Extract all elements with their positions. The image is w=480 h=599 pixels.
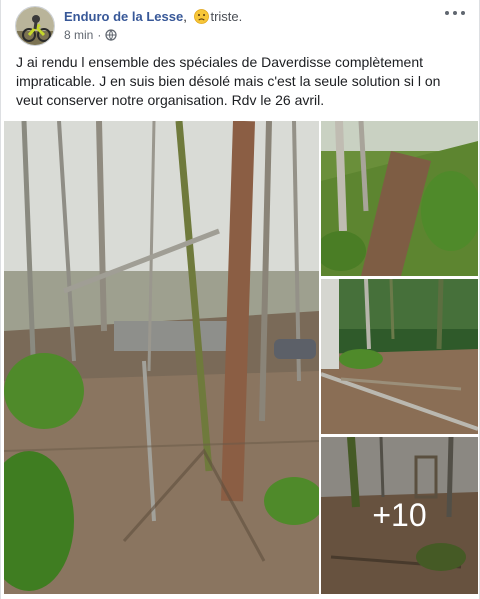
facebook-post: Enduro de la Lesse, triste. 8 min · J ai…: [0, 0, 480, 599]
more-dot-icon: [445, 11, 449, 15]
photo-main[interactable]: [4, 121, 319, 594]
meta-separator: ·: [97, 28, 102, 42]
more-options-button[interactable]: [445, 6, 465, 20]
author-line: Enduro de la Lesse, triste.: [64, 9, 242, 28]
sad-face-emoji-icon: [194, 9, 210, 28]
post-text: J ai rendu l ensemble des spéciales de D…: [16, 54, 441, 108]
post-meta: 8 min ·: [64, 28, 117, 44]
author-separator: ,: [183, 9, 187, 24]
post-header: Enduro de la Lesse, triste. 8 min ·: [15, 6, 465, 46]
avatar[interactable]: [15, 6, 55, 46]
more-photos-overlay[interactable]: +10: [321, 437, 478, 594]
post-timestamp[interactable]: 8 min: [64, 28, 93, 42]
more-dot-icon: [461, 11, 465, 15]
more-dot-icon: [453, 11, 457, 15]
author-name[interactable]: Enduro de la Lesse: [64, 9, 183, 24]
photo-thumbnail[interactable]: [321, 279, 478, 434]
feeling-label[interactable]: triste.: [210, 9, 242, 24]
globe-icon[interactable]: [105, 29, 117, 44]
more-photos-count: +10: [372, 497, 427, 533]
photo-thumbnail[interactable]: [321, 121, 478, 276]
photo-more[interactable]: +10: [321, 437, 478, 594]
